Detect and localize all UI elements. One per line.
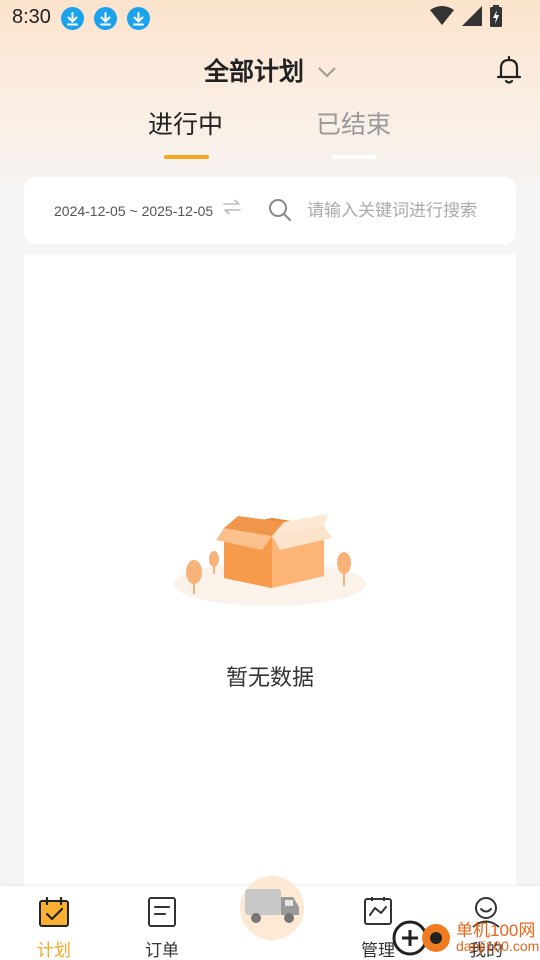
- calendar-check-icon: [38, 896, 70, 932]
- filter-card: 2024-12-05 ~ 2025-12-05: [24, 177, 516, 244]
- chart-board-icon: [362, 896, 394, 932]
- truck-icon: [243, 885, 301, 931]
- download-notification-icon: [127, 7, 150, 30]
- tab-in-progress[interactable]: 进行中: [148, 105, 223, 141]
- battery-icon: [490, 5, 502, 31]
- empty-box-illustration: [172, 502, 368, 616]
- status-time: 8:30: [12, 6, 51, 28]
- search-icon: [268, 198, 292, 226]
- chevron-down-icon: [318, 63, 336, 82]
- wifi-icon: [430, 6, 454, 30]
- signal-icon: [462, 6, 482, 30]
- nav-label: 订单: [145, 941, 179, 960]
- tab-ended[interactable]: 已结束: [316, 105, 391, 141]
- bell-icon[interactable]: [496, 55, 522, 89]
- active-tab-indicator: [164, 155, 209, 159]
- nav-item-orders[interactable]: 订单: [122, 886, 202, 960]
- status-bar: 8:30: [0, 0, 540, 36]
- plan-list-area: 暂无数据: [24, 254, 516, 894]
- date-range-selector[interactable]: 2024-12-05 ~ 2025-12-05: [54, 203, 213, 219]
- document-icon: [146, 896, 178, 932]
- empty-state-text: 暂无数据: [225, 666, 314, 691]
- nav-item-plan[interactable]: 计划: [14, 886, 94, 960]
- plan-filter-dropdown[interactable]: 全部计划: [0, 52, 540, 88]
- search-input[interactable]: [307, 197, 497, 225]
- inactive-tab-indicator: [332, 155, 377, 159]
- page-title: 全部计划: [203, 57, 304, 86]
- download-notification-icon: [61, 7, 84, 30]
- center-truck-button[interactable]: [240, 876, 304, 940]
- nav-label: 计划: [37, 941, 71, 960]
- watermark-logo: 单机100网 danji100.com: [392, 916, 540, 960]
- download-notification-icon: [94, 7, 117, 30]
- swap-arrows-icon[interactable]: [223, 199, 241, 219]
